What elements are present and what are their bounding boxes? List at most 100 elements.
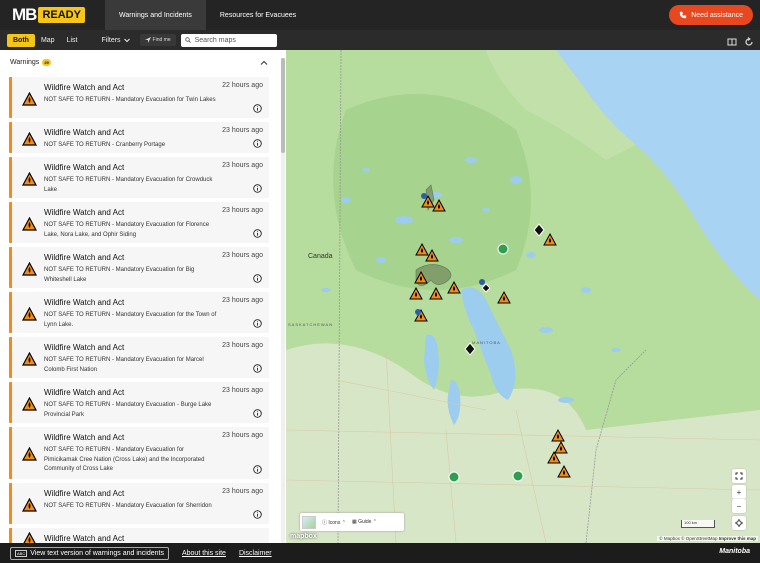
tab-label: Resources for Evacuees [219, 11, 297, 19]
map-view[interactable]: Canada SASKATCHEWAN MANITOBA + − ⓘ Icons… [286, 50, 760, 543]
warning-card[interactable]: Wildfire Watch and Act [9, 528, 269, 543]
resource-marker[interactable] [448, 471, 460, 483]
logo-ready-text: READY [38, 7, 85, 23]
warning-description: NOT SAFE TO RETURN - Mandatory Evacuatio… [44, 97, 216, 103]
wildfire-marker[interactable] [543, 233, 557, 246]
warning-card[interactable]: Wildfire Watch and Act 23 hours ago NOT SA… [9, 122, 269, 153]
layout-columns-button[interactable] [727, 34, 737, 46]
minus-icon: − [736, 501, 742, 511]
wildfire-marker[interactable] [415, 243, 429, 256]
map-legend-bar: ⓘ Icons ⌃ ▦ Guide ⌃ [300, 513, 404, 531]
info-icon[interactable] [253, 510, 262, 519]
location-arrow-icon [144, 37, 151, 43]
resource-marker[interactable] [512, 470, 524, 482]
wildfire-marker[interactable] [429, 287, 443, 300]
warning-description: NOT SAFE TO RETURN - Mandatory Evacuatio… [44, 267, 195, 283]
warning-time: 23 hours ago [222, 162, 263, 169]
about-link[interactable]: About this site [182, 550, 226, 557]
warning-description: NOT SAFE TO RETURN - Mandatory Evacuatio… [44, 312, 217, 328]
refresh-button[interactable] [744, 34, 754, 46]
find-me-button[interactable]: Find me [139, 34, 176, 46]
mb-ready-logo[interactable]: MB READY [12, 5, 85, 24]
warning-card[interactable]: Wildfire Watch and Act 23 hours ago NOT SA… [9, 157, 269, 198]
wildfire-marker[interactable] [551, 429, 565, 442]
need-assistance-button[interactable]: Need assistance [669, 5, 753, 25]
chevron-up-icon[interactable] [260, 59, 268, 67]
wildfire-marker[interactable] [557, 465, 571, 478]
wildfire-marker[interactable] [497, 291, 511, 304]
attribution-text[interactable]: © Mapbox © OpenStreetMap [659, 536, 717, 541]
warning-time: 22 hours ago [222, 82, 263, 89]
zoom-in-button[interactable]: + [732, 485, 746, 499]
wildfire-warning-icon [22, 447, 37, 461]
warnings-list-panel: Warnings 29 Wildfire Watch and Act 22 hou… [0, 50, 286, 543]
view-map-button[interactable]: Map [35, 34, 61, 47]
info-icon[interactable] [253, 104, 262, 113]
warning-time: 23 hours ago [222, 488, 263, 495]
info-icon[interactable] [253, 139, 262, 148]
warning-card[interactable]: Wildfire Watch and Act 23 hours ago NOT SA… [9, 247, 269, 288]
info-pin-marker[interactable] [421, 193, 427, 199]
info-icon[interactable] [253, 465, 262, 474]
info-icon[interactable] [253, 274, 262, 283]
wildfire-marker[interactable] [547, 451, 561, 464]
map-attribution: © Mapbox © OpenStreetMap Improve this ma… [657, 536, 758, 541]
warning-time: 23 hours ago [222, 297, 263, 304]
warning-card[interactable]: Wildfire Watch and Act 23 hours ago NOT SA… [9, 427, 269, 479]
info-icon[interactable] [253, 409, 262, 418]
plus-icon: + [736, 487, 742, 497]
incident-diamond-marker[interactable] [533, 223, 545, 237]
tab-warnings-and-incidents[interactable]: Warnings and Incidents [104, 0, 206, 30]
view-both-button[interactable]: Both [7, 33, 35, 47]
warning-description: NOT SAFE TO RETURN - Mandatory Evacuatio… [44, 402, 212, 418]
legend-guide-toggle[interactable]: ▦ Guide ⌃ [352, 519, 377, 525]
incident-diamond-marker[interactable] [464, 342, 476, 356]
info-icon[interactable] [253, 184, 262, 193]
mapbox-logo[interactable]: mapbox [290, 533, 317, 540]
zoom-out-button[interactable]: − [732, 499, 746, 513]
text-version-button[interactable]: ABC View text version of warnings and in… [10, 546, 169, 560]
tab-label: Warnings and Incidents [118, 11, 192, 19]
basemap-thumbnail[interactable] [302, 515, 316, 529]
wildfire-marker[interactable] [554, 441, 568, 454]
info-icon[interactable] [253, 229, 262, 238]
wildfire-marker[interactable] [432, 199, 446, 212]
warning-description: NOT SAFE TO RETURN - Cranberry Portage [44, 142, 166, 148]
view-list-button[interactable]: List [61, 34, 84, 47]
info-pin-marker[interactable] [415, 309, 421, 315]
warning-card[interactable]: Wildfire Watch and Act 23 hours ago NOT SA… [9, 202, 269, 243]
warning-card[interactable]: Wildfire Watch and Act 22 hours ago NOT SA… [9, 77, 269, 118]
legend-icons-toggle[interactable]: ⓘ Icons ⌃ [322, 519, 346, 526]
incident-diamond-marker[interactable] [481, 283, 491, 293]
warnings-header[interactable]: Warnings 29 [0, 50, 286, 74]
locate-button[interactable] [732, 516, 746, 530]
info-icon[interactable] [253, 319, 262, 328]
fullscreen-button[interactable] [732, 469, 746, 483]
improve-map-link[interactable]: Improve this map [719, 536, 756, 541]
map-scale: 100 km [681, 520, 715, 528]
warning-card[interactable]: Wildfire Watch and Act 23 hours ago NOT SA… [9, 337, 269, 378]
info-icon[interactable] [253, 364, 262, 373]
warning-card[interactable]: Wildfire Watch and Act 23 hours ago NOT SA… [9, 483, 269, 524]
wildfire-marker[interactable] [409, 287, 423, 300]
scrollbar-thumb[interactable] [281, 58, 285, 153]
wildfire-warning-icon [22, 351, 37, 366]
disclaimer-link[interactable]: Disclaimer [239, 550, 272, 557]
tab-resources-for-evacuees[interactable]: Resources for Evacuees [206, 0, 310, 30]
wildfire-marker[interactable] [447, 281, 461, 294]
view-toggle: Both Map List [7, 33, 84, 47]
chevron-down-icon [123, 38, 130, 42]
search-input[interactable] [194, 36, 275, 44]
expand-icon [735, 472, 743, 480]
info-pin-marker[interactable] [479, 279, 485, 285]
warning-description: NOT SAFE TO RETURN - Mandatory Evacuatio… [44, 447, 205, 472]
filters-button[interactable]: Filters [95, 37, 135, 44]
resource-marker[interactable] [497, 243, 509, 255]
manitoba-logo: Manitoba [719, 548, 750, 555]
wildfire-marker[interactable] [414, 271, 428, 284]
warning-card[interactable]: Wildfire Watch and Act 23 hours ago NOT SA… [9, 292, 269, 333]
search-box [180, 33, 277, 47]
warning-card[interactable]: Wildfire Watch and Act 23 hours ago NOT SA… [9, 382, 269, 423]
wildfire-warning-icon [22, 261, 37, 276]
need-assistance-label: Need assistance [691, 11, 743, 19]
